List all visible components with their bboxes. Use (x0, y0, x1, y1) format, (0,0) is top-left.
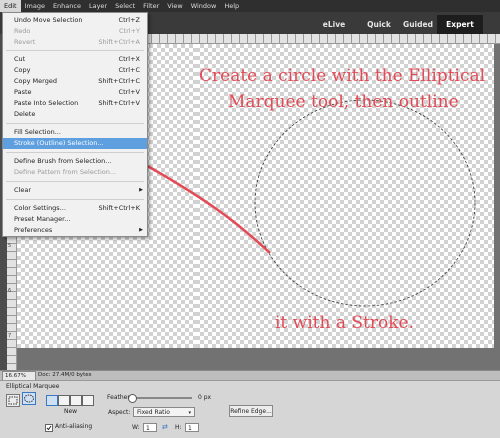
anti-aliasing-label: Anti-aliasing (55, 423, 93, 430)
menu-item-paste[interactable]: Paste Ctrl+V (3, 87, 147, 98)
aspect-select[interactable]: Fixed Ratio ▾ (133, 407, 195, 417)
menu-item-fill-selection[interactable]: Fill Selection... (3, 127, 147, 138)
annotation-text-line1: Create a circle with the Elliptical (199, 66, 486, 86)
intersect-selection-icon[interactable] (82, 395, 94, 406)
menu-view[interactable]: View (163, 0, 186, 12)
aspect-select-value: Fixed Ratio (137, 409, 170, 416)
menu-item-copy[interactable]: Copy Ctrl+C (3, 65, 147, 76)
menu-item-color-settings[interactable]: Color Settings... Shift+Ctrl+K (3, 203, 147, 214)
menu-item-revert[interactable]: Revert Shift+Ctrl+A (3, 37, 147, 48)
menu-item-undo[interactable]: Undo Move Selection Ctrl+Z (3, 15, 147, 26)
ruler-number: 7 (8, 333, 12, 339)
submenu-arrow-icon: ▶ (139, 227, 143, 233)
subtract-selection-icon[interactable] (70, 395, 82, 406)
menu-help[interactable]: Help (220, 0, 243, 12)
document-info[interactable]: Doc: 27.4M/0 bytes (38, 371, 91, 380)
menu-separator (6, 50, 144, 51)
submenu-arrow-icon: ▶ (139, 187, 143, 193)
menu-item-redo[interactable]: Redo Ctrl+Y (3, 26, 147, 37)
menu-enhance[interactable]: Enhance (49, 0, 85, 12)
anti-aliasing-checkbox[interactable] (45, 424, 53, 432)
menu-item-paste-into-selection[interactable]: Paste Into Selection Shift+Ctrl+V (3, 98, 147, 109)
new-selection-icon[interactable] (46, 395, 58, 406)
ruler-number: 5 (8, 243, 12, 249)
menu-item-cut[interactable]: Cut Ctrl+X (3, 54, 147, 65)
menu-item-define-pattern[interactable]: Define Pattern from Selection... (3, 167, 147, 178)
menu-separator (6, 199, 144, 200)
menu-separator (6, 152, 144, 153)
aspect-label: Aspect: (108, 409, 131, 416)
refine-edge-button[interactable]: Refine Edge... (229, 405, 273, 417)
menu-edit[interactable]: Edit (0, 0, 21, 12)
menu-item-clear[interactable]: Clear ▶ (3, 185, 147, 196)
add-selection-icon[interactable] (58, 395, 70, 406)
chevron-down-icon: ▾ (188, 410, 191, 416)
menu-item-define-brush[interactable]: Define Brush from Selection... (3, 156, 147, 167)
elliptical-marquee-icon[interactable] (22, 392, 36, 405)
menu-item-delete[interactable]: Delete (3, 109, 147, 120)
ruler-number: 6 (8, 288, 12, 294)
tab-elive[interactable]: eLive (312, 15, 356, 34)
feather-slider-knob[interactable] (128, 394, 137, 403)
menu-bar: Edit Image Enhance Layer Select Filter V… (0, 0, 500, 12)
tab-quick[interactable]: Quick (363, 15, 395, 34)
tab-expert[interactable]: Expert (437, 15, 483, 34)
menu-layer[interactable]: Layer (85, 0, 111, 12)
menu-separator (6, 181, 144, 182)
tool-name: Elliptical Marquee (6, 383, 60, 390)
menu-item-copy-merged[interactable]: Copy Merged Shift+Ctrl+C (3, 76, 147, 87)
swap-dimensions-icon[interactable]: ⇄ (162, 423, 168, 431)
menu-select[interactable]: Select (111, 0, 139, 12)
feather-slider[interactable] (130, 397, 192, 399)
edit-menu-dropdown: Undo Move Selection Ctrl+Z Redo Ctrl+Y Rev… (2, 12, 148, 237)
selection-mode-label: New (64, 408, 78, 415)
menu-filter[interactable]: Filter (139, 0, 163, 12)
width-field[interactable]: 1 (143, 423, 157, 432)
height-label: H: (175, 424, 182, 431)
annotation-text-line2: Marquee tool, then outline (228, 92, 459, 112)
menu-item-preferences[interactable]: Preferences ▶ (3, 225, 147, 236)
menu-separator (6, 123, 144, 124)
status-bar: 16.67% Doc: 27.4M/0 bytes (0, 370, 500, 381)
rectangular-marquee-icon[interactable] (6, 394, 20, 407)
tab-guided[interactable]: Guided (400, 15, 436, 34)
menu-item-preset-manager[interactable]: Preset Manager... (3, 214, 147, 225)
height-field[interactable]: 1 (185, 423, 199, 432)
annotation-text-line3: it with a Stroke. (275, 313, 414, 333)
document-canvas[interactable] (196, 44, 494, 348)
feather-value: 0 px (198, 394, 212, 401)
width-label: W: (132, 424, 140, 431)
menu-window[interactable]: Window (187, 0, 221, 12)
menu-item-stroke-selection[interactable]: Stroke (Outline) Selection... (3, 138, 147, 149)
menu-image[interactable]: Image (21, 0, 49, 12)
